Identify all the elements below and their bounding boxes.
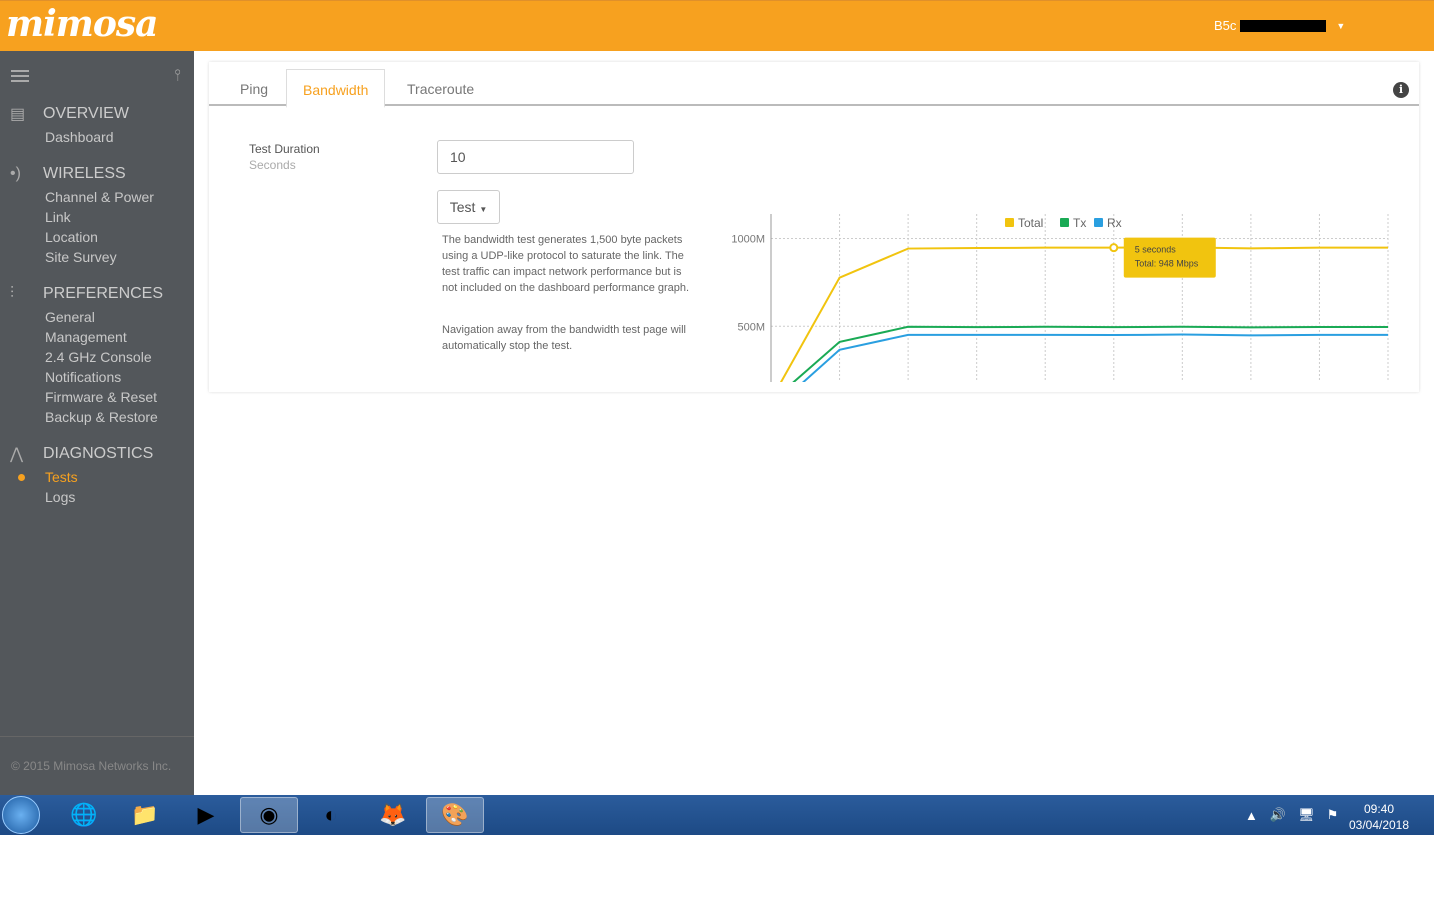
clock[interactable]: 09:40 03/04/2018 <box>1340 801 1418 833</box>
hamburger-menu-icon[interactable] <box>11 70 29 82</box>
duration-input[interactable] <box>437 140 634 174</box>
section-wireless[interactable]: •) WIRELESS <box>0 161 194 187</box>
tab-bar: Ping Bandwidth Traceroute i <box>209 69 1419 108</box>
tooltip-value: Total: 948 Mbps <box>1135 259 1199 269</box>
sidebar-item-tests[interactable]: Tests <box>0 467 194 487</box>
ie-icon[interactable]: 🌐 <box>55 797 113 833</box>
legend-swatch[interactable] <box>1094 218 1103 227</box>
sidebar-item-notifications[interactable]: Notifications <box>0 367 194 387</box>
section-diagnostics[interactable]: ⋀ DIAGNOSTICS <box>0 441 194 467</box>
sidebar-item-logs[interactable]: Logs <box>0 487 194 507</box>
time: 09:40 <box>1363 802 1395 816</box>
date: 03/04/2018 <box>1348 818 1410 832</box>
caret-down-icon: ▼ <box>479 205 488 214</box>
sidebar-item-location[interactable]: Location <box>0 227 194 247</box>
series-line-total <box>779 246 1388 382</box>
volume-icon[interactable]: 🔊 <box>1270 807 1286 823</box>
tab-traceroute[interactable]: Traceroute <box>391 69 490 106</box>
tooltip-point[interactable] <box>1109 243 1119 253</box>
pin-icon[interactable]: ⫯ <box>174 67 181 85</box>
duration-label: Test Duration <box>249 142 320 156</box>
section-overview[interactable]: ▤ OVERVIEW <box>0 101 194 127</box>
sidebar-item-management[interactable]: Management <box>0 327 194 347</box>
description: The bandwidth test generates 1,500 byte … <box>442 234 690 294</box>
list-icon: ▤ <box>10 106 26 123</box>
sidebar-item-link[interactable]: Link <box>0 207 194 227</box>
sidebar-item-general[interactable]: General <box>0 307 194 327</box>
y-tick-label: 1000M <box>731 234 765 246</box>
action-center-icon[interactable]: ⚑ <box>1327 807 1339 823</box>
sidebar-item-backup-restore[interactable]: Backup & Restore <box>0 407 194 427</box>
sidebar-item-site-survey[interactable]: Site Survey <box>0 247 194 267</box>
start-button[interactable] <box>2 796 40 834</box>
sidebar-item-channel-power[interactable]: Channel & Power <box>0 187 194 207</box>
redacted-name <box>1240 19 1327 32</box>
device-menu[interactable]: B5c ▼ <box>1214 18 1345 33</box>
legend-swatch[interactable] <box>1060 218 1069 227</box>
tab-bandwidth[interactable]: Bandwidth <box>286 69 386 108</box>
wireless-icon: •) <box>10 165 21 182</box>
sidebar-item-2-4-ghz-console[interactable]: 2.4 GHz Console <box>0 347 194 367</box>
legend-swatch[interactable] <box>1005 218 1014 227</box>
sidebar: ⫯ ▤ OVERVIEW Dashboard •) WIRELESS Channel & … <box>0 51 194 795</box>
test-button[interactable]: Test ▼ <box>437 190 500 224</box>
chrome-icon[interactable]: ◉ <box>240 797 298 833</box>
system-tray: ▲ 🔊 🖥 ⚑ <box>1245 795 1338 835</box>
section-title: PREFERENCES <box>43 285 164 302</box>
info-icon[interactable]: i <box>1393 82 1409 98</box>
tooltip <box>1123 237 1216 278</box>
section-title: DIAGNOSTICS <box>43 445 154 462</box>
section-preferences[interactable]: ⫶ PREFERENCES <box>0 281 194 307</box>
sliders-icon: ⫶ <box>10 285 15 302</box>
app-icon[interactable]: ◐ <box>302 797 360 833</box>
test-button-label: Test <box>449 199 476 215</box>
mimosa-logo: mimosa <box>6 3 158 45</box>
duration-unit: Seconds <box>249 158 296 172</box>
explorer-icon[interactable]: 📁 <box>116 797 174 833</box>
top-bar: mimosa B5c ▼ <box>0 0 1434 51</box>
taskbar: 🌐 📁 ▶ ◉ ◐ 🦊 🎨 ▲ 🔊 🖥 ⚑ 09:40 03/04/2018 <box>0 795 1434 835</box>
legend-label[interactable]: Total <box>1018 216 1043 230</box>
paint-icon[interactable]: 🎨 <box>426 797 484 833</box>
tooltip-title: 5 seconds <box>1135 245 1177 255</box>
y-tick-label: 500M <box>737 321 765 333</box>
copyright: © 2015 Mimosa Networks Inc. <box>0 736 194 773</box>
device-name: B5c <box>1214 18 1237 33</box>
caret-down-icon: ▼ <box>1336 20 1346 31</box>
section-title: WIRELESS <box>43 165 126 182</box>
media-player-icon[interactable]: ▶ <box>177 797 235 833</box>
tab-ping[interactable]: Ping <box>224 69 284 106</box>
diagnostics-icon: ⋀ <box>10 446 24 463</box>
legend-label[interactable]: Tx <box>1073 216 1086 230</box>
legend-label[interactable]: Rx <box>1107 216 1122 230</box>
show-hidden-icon[interactable]: ▲ <box>1245 808 1258 823</box>
firefox-icon[interactable]: 🦊 <box>364 797 422 833</box>
navigation-note: Navigation away from the bandwidth test … <box>442 324 686 352</box>
series-line-rx <box>801 333 1388 382</box>
bandwidth-chart: 10s9s8s7s6s5s4s3s2s1s0M500M1000MTotalTxR… <box>731 214 1389 382</box>
section-title: OVERVIEW <box>43 105 129 122</box>
network-icon[interactable]: 🖥 <box>1298 807 1315 823</box>
diagnostics-panel: Ping Bandwidth Traceroute i Test Duratio… <box>209 62 1419 392</box>
sidebar-item-firmware-reset[interactable]: Firmware & Reset <box>0 387 194 407</box>
sidebar-item-dashboard[interactable]: Dashboard <box>0 127 194 147</box>
